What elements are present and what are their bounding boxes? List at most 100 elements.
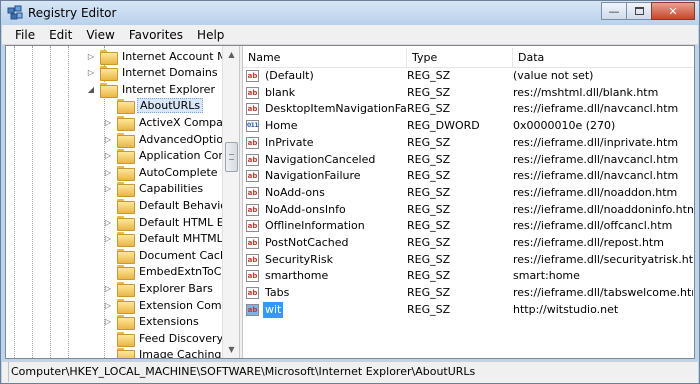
maximize-icon xyxy=(634,7,644,15)
column-header-name[interactable]: Name xyxy=(243,48,407,68)
expand-arrow-icon[interactable]: ▷ xyxy=(103,135,113,144)
expand-arrow-icon[interactable]: ▷ xyxy=(103,151,113,160)
string-value-icon: ab xyxy=(246,86,259,99)
tree-item-label: Default MHTML Ed xyxy=(139,232,222,246)
scrollbar-thumb[interactable] xyxy=(225,142,238,172)
tree-item[interactable]: Document Cachin xyxy=(103,247,222,264)
table-row[interactable]: ab (Default) REG_SZ (value not set) xyxy=(243,68,694,84)
tree-item[interactable]: ▷ Internet Account Man xyxy=(86,48,222,65)
tree-item[interactable]: ▷ ActiveX Compatib xyxy=(103,114,222,131)
tree-item[interactable]: EmbedExtnToClsic xyxy=(103,264,222,281)
value-name: NoAdd-ons xyxy=(265,185,325,199)
string-value-icon: ab xyxy=(246,203,259,216)
close-icon: ✕ xyxy=(668,4,678,18)
menu-help[interactable]: Help xyxy=(190,28,231,42)
scroll-up-icon[interactable]: ▲ xyxy=(223,46,240,63)
cell-name: 011 Home xyxy=(246,118,406,134)
tree-item[interactable]: ▷ AutoComplete xyxy=(103,164,220,181)
tree-vertical-scrollbar[interactable]: ▲ ▼ xyxy=(222,46,239,358)
tree-item[interactable]: ▷ AdvancedOptions xyxy=(103,131,222,148)
tree-item[interactable]: ▷ Internet Domains xyxy=(86,65,220,82)
tree-item[interactable]: ▷ Extension Compat xyxy=(103,297,222,314)
cell-data: res://ieframe.dll/navcancl.htm xyxy=(513,152,679,166)
expand-arrow-icon[interactable]: ▷ xyxy=(103,234,113,243)
cell-type: REG_SZ xyxy=(407,219,451,233)
folder-icon xyxy=(117,198,135,214)
column-header-data[interactable]: Data xyxy=(513,48,694,68)
table-row[interactable]: ab blank REG_SZ res://mshtml.dll/blank.htm xyxy=(243,85,694,101)
minimize-icon: — xyxy=(608,4,620,18)
table-row[interactable]: ab NoAdd-ons REG_SZ res://ieframe.dll/noadd… xyxy=(243,185,694,201)
collapse-arrow-icon[interactable]: ◢ xyxy=(86,85,96,94)
table-row[interactable]: ab Tabs REG_SZ res://ieframe.dll/tabswelcom… xyxy=(243,285,694,301)
table-row[interactable]: ab OfflineInformation REG_SZ res://ieframe.… xyxy=(243,218,694,234)
tree-item[interactable]: ▷ Default HTML Edit xyxy=(103,214,222,231)
cell-type: REG_SZ xyxy=(407,286,451,300)
tree-item-label: Extension Compat xyxy=(139,298,222,312)
cell-name: ab DesktopItemNavigationFailu... xyxy=(246,101,406,117)
minimize-button[interactable]: — xyxy=(601,2,627,20)
tree-item-label: Explorer Bars xyxy=(139,281,213,295)
expand-arrow-icon[interactable]: ▷ xyxy=(86,52,96,61)
string-value-icon: ab xyxy=(246,253,259,266)
tree-item-label: EmbedExtnToClsic xyxy=(139,265,222,279)
folder-icon xyxy=(117,132,135,148)
tree-item[interactable]: ▷ Explorer Bars xyxy=(103,280,215,297)
expand-arrow-icon[interactable]: ▷ xyxy=(103,301,113,310)
title-bar[interactable]: Registry Editor — ✕ xyxy=(1,1,699,25)
tree-guide-line xyxy=(32,46,33,358)
tree-item[interactable]: Default Behaviors xyxy=(103,197,222,214)
list-header: Name Type Data xyxy=(243,48,694,68)
tree-item[interactable]: ◢ Internet Explorer xyxy=(86,81,217,98)
column-header-type[interactable]: Type xyxy=(407,48,513,68)
maximize-button[interactable] xyxy=(626,2,652,20)
expand-arrow-icon[interactable]: ▷ xyxy=(103,317,113,326)
expand-arrow-icon[interactable]: ▷ xyxy=(103,284,113,293)
tree-item[interactable]: Image Caching xyxy=(103,347,222,358)
registry-tree[interactable]: ▷ Internet Account Man ▷ Internet Domains ◢ I… xyxy=(6,46,222,358)
menu-file[interactable]: File xyxy=(8,28,42,42)
table-row[interactable]: ab NavigationFailure REG_SZ res://ieframe.d… xyxy=(243,168,694,184)
menu-favorites[interactable]: Favorites xyxy=(122,28,190,42)
tree-item[interactable]: ▷ Application Comp xyxy=(103,148,222,165)
table-row[interactable]: ab DesktopItemNavigationFailu...REG_SZ res… xyxy=(243,101,694,117)
menu-label: Edit xyxy=(49,27,73,42)
window-title: Registry Editor xyxy=(28,6,117,20)
menu-edit[interactable]: Edit xyxy=(42,28,79,42)
tree-item[interactable]: Feed Discovery xyxy=(103,330,222,347)
expand-arrow-icon[interactable]: ▷ xyxy=(86,68,96,77)
tree-item[interactable]: ▷ Default MHTML Ed xyxy=(103,231,222,248)
scroll-down-icon[interactable]: ▼ xyxy=(223,341,240,358)
expand-arrow-icon[interactable]: ▷ xyxy=(103,168,113,177)
table-row[interactable]: ab wit REG_SZ http://witstudio.net xyxy=(243,301,694,318)
close-button[interactable]: ✕ xyxy=(651,2,695,20)
cell-data: res://ieframe.dll/inprivate.htm xyxy=(513,135,679,149)
expand-arrow-icon[interactable]: ▷ xyxy=(103,118,113,127)
registry-editor-window: Registry Editor — ✕ File Edit View Favorite… xyxy=(0,0,700,384)
tree-item[interactable]: AboutURLs xyxy=(103,98,204,115)
table-row[interactable]: 011 Home REG_DWORD 0x0000010e (270) xyxy=(243,118,694,134)
cell-data: http://witstudio.net xyxy=(513,302,619,316)
expand-arrow-icon[interactable]: ▷ xyxy=(103,184,113,193)
value-name: wit xyxy=(263,301,284,318)
cell-name: ab InPrivate xyxy=(246,135,406,151)
tree-guide-line xyxy=(14,46,15,358)
cell-type: REG_SZ xyxy=(407,236,451,249)
tree-item[interactable]: ▷ Capabilities xyxy=(103,181,205,198)
cell-type: REG_SZ xyxy=(407,69,451,82)
values-list: Name Type Data ab (Default) REG_SZ (value n… xyxy=(243,46,694,358)
folder-icon xyxy=(100,82,118,98)
table-row[interactable]: ab smarthome REG_SZ smart:home xyxy=(243,268,694,284)
string-value-icon: ab xyxy=(246,270,259,283)
cell-name: ab smarthome xyxy=(246,268,406,284)
menu-view[interactable]: View xyxy=(79,28,121,42)
table-row[interactable]: ab InPrivate REG_SZ res://ieframe.dll/inpri… xyxy=(243,135,694,151)
table-row[interactable]: ab SecurityRisk REG_SZ res://ieframe.dll/se… xyxy=(243,252,694,268)
table-row[interactable]: ab NoAdd-onsInfo REG_SZ res://ieframe.dll/n… xyxy=(243,202,694,218)
tree-item[interactable]: ▷ Extensions xyxy=(103,314,201,331)
expand-arrow-icon[interactable]: ▷ xyxy=(103,218,113,227)
tree-item-label: Internet Explorer xyxy=(122,82,215,96)
table-row[interactable]: ab PostNotCached REG_SZ res://ieframe.dll/r… xyxy=(243,235,694,251)
table-row[interactable]: ab NavigationCanceled REG_SZ res://ieframe.… xyxy=(243,152,694,168)
cell-data: res://ieframe.dll/securityatrisk.htm xyxy=(513,252,693,266)
